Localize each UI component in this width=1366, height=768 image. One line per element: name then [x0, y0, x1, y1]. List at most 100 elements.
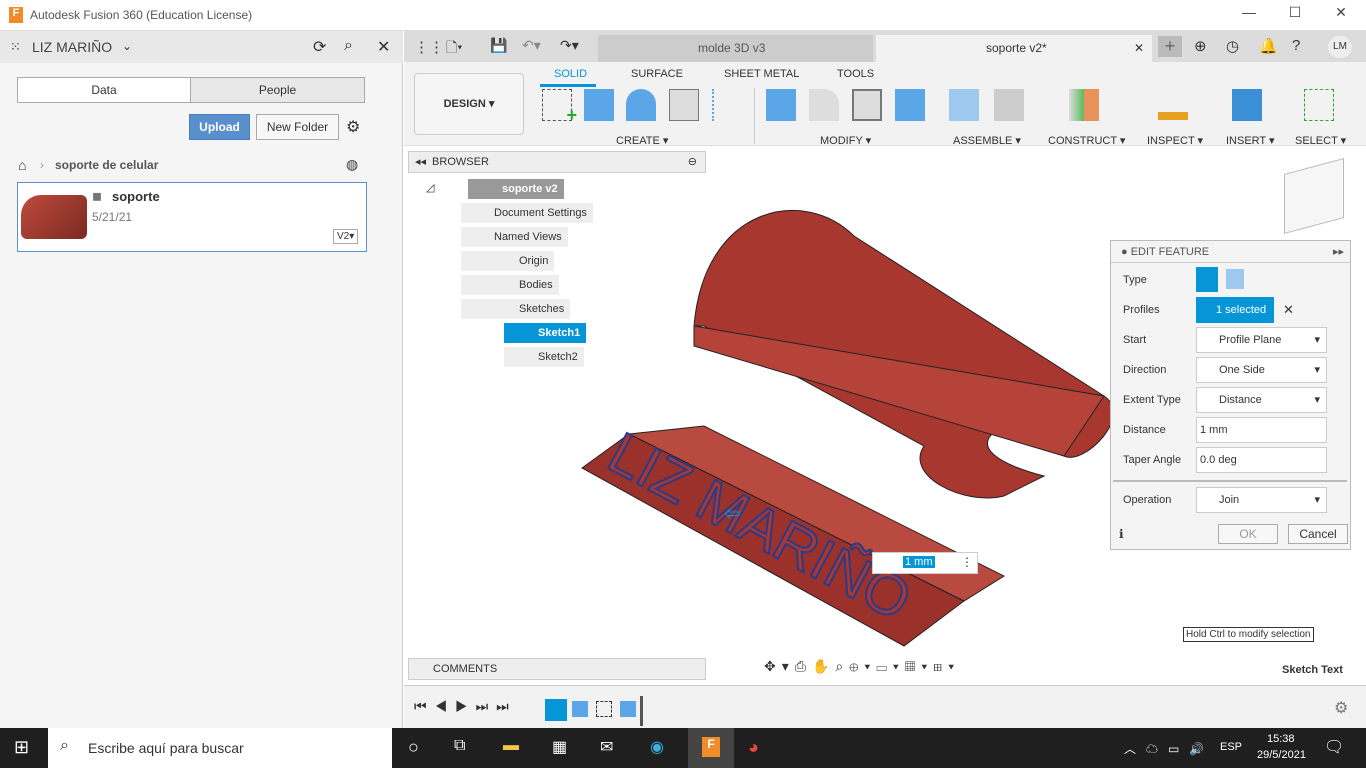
browser-item-named-views[interactable]: Named Views	[461, 227, 568, 247]
shell-icon[interactable]	[852, 89, 882, 121]
distance-input[interactable]: 1 mm	[1196, 417, 1327, 443]
minimize-button[interactable]: —	[1226, 4, 1272, 26]
collapse-icon[interactable]: ◂◂	[415, 156, 426, 168]
tab-soporte[interactable]: soporte v2* ✕	[876, 35, 1152, 62]
language-indicator[interactable]: ESP	[1220, 741, 1242, 753]
distance-input-value[interactable]: 1 mm	[903, 556, 935, 568]
new-tab-button[interactable]: +	[1158, 36, 1182, 57]
pattern-icon[interactable]	[712, 89, 742, 121]
edge-icon[interactable]: ◉	[650, 737, 664, 757]
browser-root[interactable]: soporte v2	[468, 179, 564, 199]
comments-panel[interactable]: COMMENTS	[408, 658, 706, 680]
task-view-icon[interactable]: ⧉	[454, 737, 465, 755]
notification-center-icon[interactable]: 🗨	[1324, 737, 1344, 757]
revolve-icon[interactable]	[626, 89, 656, 121]
timeline-extrude2[interactable]	[620, 701, 636, 717]
user-hub-name[interactable]: LIZ MARIÑO	[32, 39, 112, 55]
gear-icon[interactable]: ⚙	[1334, 698, 1348, 718]
tab-sheet-metal[interactable]: SHEET METAL	[724, 68, 799, 80]
help-icon[interactable]: ?	[1292, 37, 1300, 54]
avatar[interactable]: LM	[1328, 36, 1352, 58]
extent-type-dropdown[interactable]: Distance	[1196, 387, 1327, 413]
collapse-triangle-icon[interactable]: ◿	[426, 181, 434, 194]
create-sketch-icon[interactable]: +	[542, 89, 577, 125]
minus-icon[interactable]: ⊖	[688, 152, 697, 172]
job-status-icon[interactable]: ◷	[1226, 37, 1239, 55]
offset-plane-icon[interactable]	[1069, 89, 1099, 121]
system-tray-icons[interactable]: ︿☁▭🔊	[1124, 740, 1214, 757]
type-thin-button[interactable]	[1226, 269, 1244, 289]
tab-people[interactable]: People	[190, 77, 365, 103]
mail-icon[interactable]: ✉	[600, 737, 613, 757]
timeline-sketch1[interactable]	[545, 699, 567, 721]
combine-icon[interactable]	[895, 89, 925, 121]
grid-icon[interactable]: ⋮⋮	[414, 38, 444, 56]
info-icon[interactable]: ℹ	[1119, 527, 1124, 541]
select-icon[interactable]	[1304, 89, 1334, 121]
save-icon[interactable]: 💾	[490, 37, 507, 54]
file-card[interactable]: ◼ soporte 5/21/21 V2▾	[17, 182, 367, 252]
drag-arrow-handle[interactable]: ⇦	[724, 501, 741, 526]
measure-icon[interactable]	[1158, 96, 1188, 120]
browser-item-bodies[interactable]: Bodies	[461, 275, 559, 295]
workspace-dropdown[interactable]: DESIGN ▾	[414, 73, 524, 135]
gear-icon[interactable]: ⚙	[346, 117, 360, 137]
fusion-taskbar-button[interactable]: F	[688, 728, 734, 768]
expand-icon[interactable]: ▸▸	[1333, 241, 1344, 263]
fillet-icon[interactable]	[809, 89, 839, 121]
refresh-icon[interactable]: ⟳	[313, 37, 326, 57]
joint-icon[interactable]	[994, 89, 1024, 121]
canvas-viewport[interactable]: LIZ MARIÑO ⇦ 1 mm ⋮ ◂◂ BROWSER ⊖ ◿ soporte …	[404, 146, 1366, 686]
new-folder-button[interactable]: New Folder	[256, 114, 339, 140]
tab-surface[interactable]: SURFACE	[631, 68, 683, 80]
direction-dropdown[interactable]: One Side	[1196, 357, 1327, 383]
taskbar-search[interactable]: ⌕ Escribe aquí para buscar	[48, 728, 392, 768]
search-icon[interactable]: ⌕	[344, 37, 353, 55]
browser-item-document-settings[interactable]: Document Settings	[461, 203, 593, 223]
tab-data[interactable]: Data	[17, 77, 191, 103]
profiles-selection[interactable]: 1 selected	[1196, 297, 1274, 323]
timeline-controls[interactable]: ⏮◀▶⏭⏭	[414, 698, 517, 715]
store-icon[interactable]: ▦	[552, 737, 567, 757]
file-explorer-icon[interactable]: ▬	[503, 737, 519, 755]
extrude-icon[interactable]	[584, 89, 614, 121]
version-badge[interactable]: V2▾	[333, 229, 359, 244]
breadcrumb[interactable]: soporte de celular	[55, 158, 158, 172]
tab-tools[interactable]: TOOLS	[837, 68, 874, 80]
upload-button[interactable]: Upload	[189, 114, 250, 140]
tab-solid[interactable]: SOLID	[554, 68, 587, 80]
redo-icon[interactable]: ↷▾	[560, 37, 579, 54]
tab-molde[interactable]: molde 3D v3	[598, 35, 873, 62]
clock-time[interactable]: 15:38	[1267, 733, 1295, 745]
timeline-sketch2[interactable]	[596, 701, 612, 717]
more-icon[interactable]: ⋮	[961, 555, 973, 569]
close-tab-icon[interactable]: ✕	[1134, 35, 1144, 62]
navigation-bar[interactable]: ✥▾⎙✋⌕⊕▾▭▾▦▾⊞▾	[764, 658, 960, 675]
clear-selection-icon[interactable]: ✕	[1283, 302, 1294, 318]
ok-button[interactable]: OK	[1218, 524, 1278, 544]
cancel-button[interactable]: Cancel	[1288, 524, 1348, 544]
browser-item-sketch2[interactable]: Sketch2	[504, 347, 584, 367]
chevron-down-icon[interactable]: ⌄	[122, 39, 132, 53]
windows-start-icon[interactable]: ⊞	[14, 737, 29, 758]
maximize-button[interactable]: ☐	[1272, 4, 1318, 26]
insert-image-icon[interactable]	[1232, 89, 1262, 121]
timeline-marker[interactable]	[640, 696, 643, 726]
chrome-icon[interactable]: ◕	[748, 737, 759, 758]
cortana-icon[interactable]: ○	[408, 737, 419, 758]
close-button[interactable]: ✕	[1318, 4, 1364, 26]
start-dropdown[interactable]: Profile Plane	[1196, 327, 1327, 353]
close-icon[interactable]: ✕	[377, 37, 390, 57]
extensions-icon[interactable]: ⊕	[1194, 37, 1207, 55]
notifications-icon[interactable]: 🔔	[1259, 37, 1278, 55]
hole-icon[interactable]	[669, 89, 699, 121]
home-icon[interactable]: ⌂	[18, 157, 26, 173]
type-solid-button[interactable]	[1196, 267, 1218, 292]
distance-input-overlay[interactable]: 1 mm ⋮	[872, 552, 978, 574]
press-pull-icon[interactable]	[766, 89, 796, 121]
browser-item-sketch1[interactable]: Sketch1	[504, 323, 587, 343]
browser-item-sketches[interactable]: Sketches	[461, 299, 571, 319]
browser-item-origin[interactable]: Origin	[461, 251, 555, 271]
globe-icon[interactable]: ◍	[346, 156, 358, 173]
timeline-extrude[interactable]	[572, 701, 588, 717]
